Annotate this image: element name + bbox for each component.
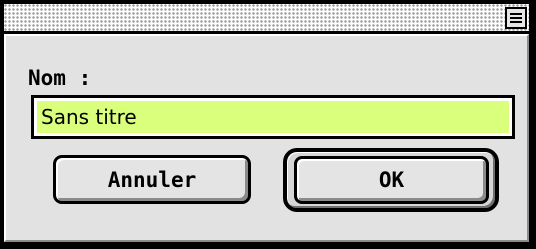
dialog-window: Nom : Sans titre Annuler OK <box>0 0 536 249</box>
name-field-value[interactable]: Sans titre <box>37 101 509 133</box>
title-bar[interactable] <box>4 4 529 34</box>
ok-button[interactable]: OK <box>294 156 489 204</box>
name-label: Nom : <box>28 66 92 90</box>
cancel-button[interactable]: Annuler <box>53 155 251 204</box>
dialog-content: Nom : Sans titre Annuler OK <box>4 34 529 242</box>
window-zoom-icon[interactable] <box>505 7 527 29</box>
name-field[interactable]: Sans titre <box>31 95 515 139</box>
